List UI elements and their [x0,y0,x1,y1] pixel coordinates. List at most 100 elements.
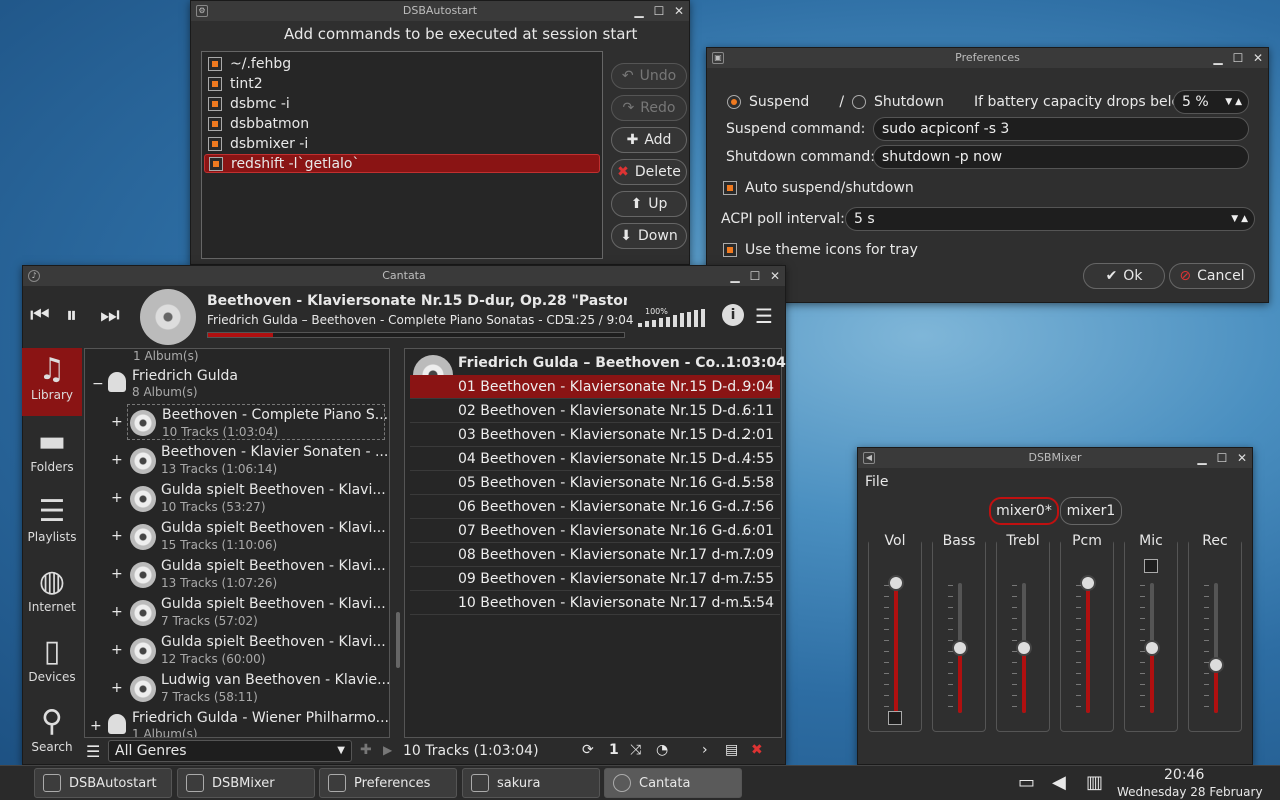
menu-icon[interactable]: ☰ [86,742,100,761]
maximize-icon[interactable]: ☐ [1232,48,1244,68]
command-checkbox[interactable] [208,136,222,151]
play-icon[interactable]: ▶ [383,743,392,757]
volume-slider[interactable] [1080,575,1096,713]
track-row[interactable]: 07 Beethoven - Klaviersonate Nr.16 G-d..… [410,519,780,543]
track-row[interactable]: 09 Beethoven - Klaviersonate Nr.17 d-m..… [410,567,780,591]
consume-icon[interactable]: ◔ [656,742,668,758]
tab-mixer1[interactable]: mixer1 [1060,497,1122,525]
expand-icon[interactable]: + [90,718,102,734]
add-to-queue-icon[interactable]: ✚ [360,742,372,758]
expand-icon[interactable]: + [111,528,123,544]
drive-tray-icon[interactable]: ▥ [1086,772,1103,793]
battery-tray-icon[interactable]: ▭ [1018,772,1035,793]
command-item[interactable]: dsbmixer -i [204,134,600,153]
album-row[interactable]: Gulda spielt Beethoven - Klavi... 7 Track… [127,594,386,630]
collapse-icon[interactable]: − [92,376,104,392]
volume-slider[interactable] [952,583,968,713]
maximize-icon[interactable]: ☐ [1216,448,1228,468]
album-row[interactable]: Beethoven - Complete Piano S... 10 Tracks… [127,404,388,440]
track-row[interactable]: 02 Beethoven - Klaviersonate Nr.15 D-d..… [410,399,780,423]
sidebar-library[interactable]: ♫ Library [22,348,82,416]
genre-combo[interactable]: All Genres ▼ [108,740,352,762]
file-menu[interactable]: File [865,474,888,490]
pause-icon[interactable]: ⏸ [66,303,77,328]
single-mode-icon[interactable]: 1 [609,742,619,758]
mute-checkbox[interactable] [888,711,902,725]
ok-button[interactable]: ✔ Ok [1083,263,1165,289]
volume-slider[interactable] [888,575,904,713]
undo-button[interactable]: ↶ Undo [611,63,687,89]
minimize-icon[interactable]: ▁ [633,1,645,21]
tree-scrollbar[interactable] [396,612,400,668]
close-icon[interactable]: ✕ [673,1,685,21]
expand-icon[interactable]: + [111,452,123,468]
down-button[interactable]: ⬇ Down [611,223,687,249]
slider-handle[interactable] [1080,575,1096,591]
command-item[interactable]: tint2 [204,74,600,93]
track-row[interactable]: 08 Beethoven - Klaviersonate Nr.17 d-m..… [410,543,780,567]
shutdown-radio[interactable] [852,95,867,109]
record-checkbox[interactable] [1144,559,1158,573]
close-icon[interactable]: ✕ [1236,448,1248,468]
sidebar-search[interactable]: ⚲ Search [22,700,82,768]
album-row[interactable]: Gulda spielt Beethoven - Klavi... 15 Trac… [127,518,386,554]
cantata-titlebar[interactable]: ♪ Cantata ▁ ☐ ✕ [23,266,785,286]
command-item[interactable]: redshift -l`getlalo` [204,154,600,173]
progress-bar[interactable] [207,332,625,338]
shuffle-icon[interactable]: ⤨ [630,742,641,758]
cancel-button[interactable]: ⊘ Cancel [1169,263,1255,289]
minimize-icon[interactable]: ▁ [729,266,741,286]
next-track-icon[interactable]: ⏭ [100,303,120,328]
expand-icon[interactable]: + [111,566,123,582]
track-row[interactable]: 05 Beethoven - Klaviersonate Nr.16 G-d..… [410,471,780,495]
command-checkbox[interactable] [208,96,222,111]
preferences-titlebar[interactable]: ▣ Preferences ▁ ☐ ✕ [707,48,1268,68]
track-row[interactable]: 06 Beethoven - Klaviersonate Nr.16 G-d..… [410,495,780,519]
sidebar-devices[interactable]: ▯ Devices [22,630,82,698]
maximize-icon[interactable]: ☐ [749,266,761,286]
delete-button[interactable]: ✖ Delete [611,159,687,185]
shutdown-command-input[interactable]: shutdown -p now [873,145,1249,169]
repeat-icon[interactable]: ⟳ [582,742,594,758]
taskbar-item-dsbmixer[interactable]: DSBMixer [177,768,315,798]
minimize-icon[interactable]: ▁ [1196,448,1208,468]
artist-name[interactable]: Friedrich Gulda - Wiener Philharmo... [132,710,389,726]
sidebar-internet[interactable]: ◍ Internet [22,560,82,628]
theme-icons-checkbox[interactable] [723,243,737,257]
sidebar-playlists[interactable]: ☰ Playlists [22,490,82,558]
up-button[interactable]: ⬆ Up [611,191,687,217]
auto-suspend-checkbox[interactable] [723,181,737,195]
close-icon[interactable]: ✕ [769,266,781,286]
volume-slider[interactable] [1208,583,1224,713]
suspend-command-input[interactable]: sudo acpiconf -s 3 [873,117,1249,141]
album-row[interactable]: Beethoven - Klavier Sonaten - ... 13 Trac… [127,442,388,478]
command-item[interactable]: dsbmc -i [204,94,600,113]
slider-handle[interactable] [1208,656,1224,673]
slider-handle[interactable] [952,640,968,656]
album-row[interactable]: Gulda spielt Beethoven - Klavi... 12 Trac… [127,632,386,668]
dsbautostart-titlebar[interactable]: ⚙ DSBAutostart ▁ ☐ ✕ [191,1,689,21]
redo-button[interactable]: ↷ Redo [611,95,687,121]
expand-icon[interactable]: + [111,414,123,430]
command-checkbox[interactable] [208,76,222,91]
suspend-radio[interactable] [727,95,741,109]
expand-icon[interactable]: + [111,642,123,658]
track-row[interactable]: 04 Beethoven - Klaviersonate Nr.15 D-d..… [410,447,780,471]
minimize-icon[interactable]: ▁ [1212,48,1224,68]
add-button[interactable]: ✚ Add [611,127,687,153]
command-checkbox[interactable] [208,116,222,131]
save-icon[interactable]: ▤ [725,742,738,758]
taskbar-item-preferences[interactable]: Preferences [319,768,457,798]
menu-icon[interactable]: ☰ [755,304,773,328]
maximize-icon[interactable]: ☐ [653,1,665,21]
dsbmixer-titlebar[interactable]: ◀ DSBMixer ▁ ☐ ✕ [858,448,1252,468]
close-icon[interactable]: ✕ [1252,48,1264,68]
volume-slider[interactable] [1144,583,1160,713]
expand-icon[interactable]: + [111,680,123,696]
previous-track-icon[interactable]: ⏮ [30,303,50,328]
volume-tray-icon[interactable]: ◀ [1052,772,1066,793]
artist-name[interactable]: Friedrich Gulda [132,368,238,384]
acpi-interval-spinbox[interactable]: 5 s ▼ ▲ [845,207,1255,231]
track-row[interactable]: 01 Beethoven - Klaviersonate Nr.15 D-d..… [410,375,780,399]
album-row[interactable]: Gulda spielt Beethoven - Klavi... 13 Trac… [127,556,386,592]
